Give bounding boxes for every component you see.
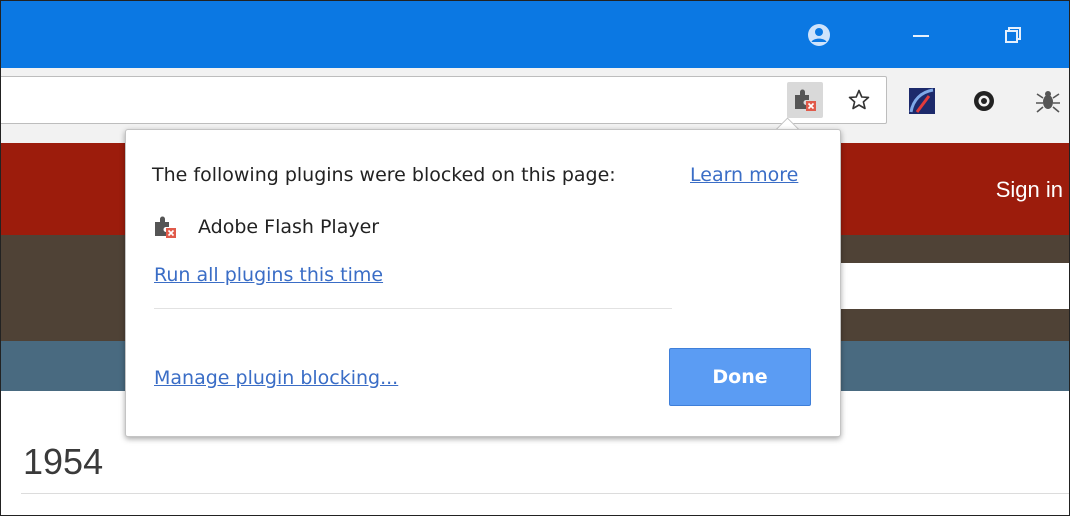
learn-more-link[interactable]: Learn more xyxy=(690,164,798,186)
restore-button[interactable] xyxy=(988,15,1038,55)
blocked-plugin-item: Adobe Flash Player xyxy=(152,214,379,240)
extension-gear-button[interactable] xyxy=(967,84,1001,118)
address-bar[interactable] xyxy=(1,76,887,124)
extension-speed-button[interactable] xyxy=(905,84,939,118)
extension-bug-button[interactable] xyxy=(1031,84,1065,118)
restore-icon xyxy=(1005,27,1021,43)
extension-gear-icon xyxy=(974,91,994,111)
plugin-blocked-icon xyxy=(795,89,816,111)
page-heading: 1954 xyxy=(23,441,104,482)
manage-plugin-blocking-link[interactable]: Manage plugin blocking... xyxy=(154,367,398,389)
minimize-button[interactable] xyxy=(896,15,946,55)
run-all-plugins-link[interactable]: Run all plugins this time xyxy=(154,264,383,286)
sign-in-link[interactable]: Sign in xyxy=(996,177,1063,203)
profile-button[interactable] xyxy=(799,15,839,55)
bubble-divider xyxy=(154,308,672,309)
plugin-blocked-button[interactable] xyxy=(787,82,823,118)
extension-speed-icon xyxy=(909,88,935,114)
done-button[interactable]: Done xyxy=(669,348,811,406)
extension-bug-icon xyxy=(1036,91,1060,113)
plugin-blocked-icon xyxy=(155,216,176,238)
profile-icon xyxy=(808,24,830,46)
site-search-field[interactable] xyxy=(831,263,1069,309)
plugin-blocked-bubble: The following plugins were blocked on th… xyxy=(125,129,841,437)
title-bar xyxy=(1,1,1069,68)
bookmark-button[interactable] xyxy=(841,82,877,118)
heading-divider xyxy=(21,493,1069,494)
bubble-message: The following plugins were blocked on th… xyxy=(152,164,616,186)
plugin-name: Adobe Flash Player xyxy=(198,216,380,238)
star-icon xyxy=(848,89,870,110)
minimize-icon xyxy=(913,35,929,37)
browser-window: Sign in 1954 The following plugins were … xyxy=(0,0,1070,516)
